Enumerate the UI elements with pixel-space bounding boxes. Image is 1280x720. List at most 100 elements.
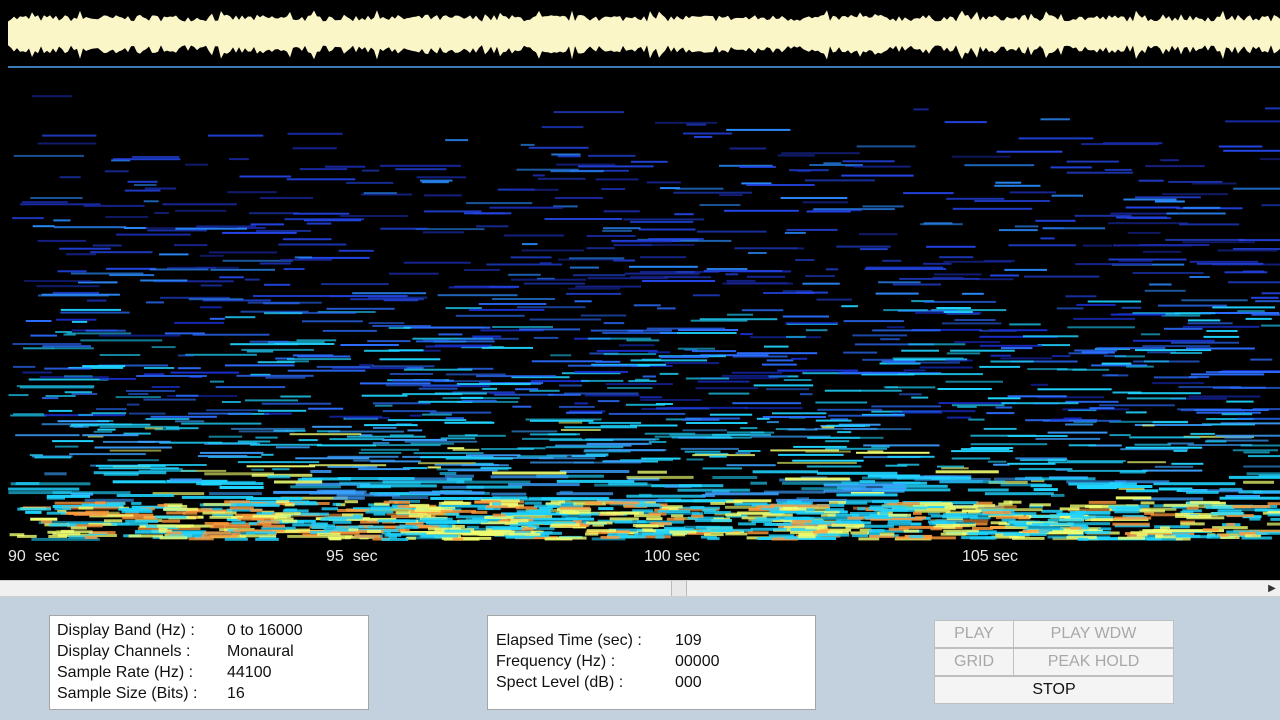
spectral-dash bbox=[1001, 402, 1079, 405]
stop-button[interactable]: STOP bbox=[934, 676, 1174, 704]
spectral-dash bbox=[712, 476, 758, 479]
spectral-dash bbox=[317, 532, 341, 536]
spectral-dash bbox=[515, 388, 539, 391]
spectral-dash bbox=[731, 371, 782, 374]
spectral-dash bbox=[287, 369, 366, 372]
horizontal-scrollbar[interactable]: ▶ bbox=[0, 580, 1280, 597]
spectral-dash bbox=[764, 345, 789, 348]
spectral-dash bbox=[1154, 525, 1190, 529]
timeline-tick-label: 105 sec bbox=[962, 548, 1019, 565]
spectral-dash bbox=[635, 524, 659, 528]
spectral-dash bbox=[32, 95, 73, 98]
spectral-dash bbox=[481, 448, 534, 450]
spectral-dash bbox=[1173, 449, 1188, 452]
spectral-dash bbox=[210, 380, 224, 383]
spectral-dash bbox=[1238, 239, 1280, 242]
spectral-dash bbox=[438, 501, 470, 505]
spectral-dash bbox=[569, 266, 599, 269]
spectral-dash bbox=[1152, 382, 1205, 385]
spectral-dash bbox=[92, 244, 122, 247]
spectral-dash bbox=[829, 500, 846, 504]
spectral-dash bbox=[280, 395, 311, 398]
spectral-dash bbox=[984, 492, 1054, 496]
spectral-dash bbox=[648, 238, 704, 240]
scroll-right-arrow-icon[interactable]: ▶ bbox=[1266, 582, 1278, 595]
spectral-dash bbox=[491, 502, 502, 506]
scroll-thumb[interactable] bbox=[671, 581, 687, 596]
spectral-dash bbox=[1252, 408, 1280, 411]
spectral-dash bbox=[806, 465, 862, 468]
spectral-dash bbox=[725, 273, 739, 276]
spectral-dash bbox=[907, 373, 983, 376]
spectral-dash bbox=[1205, 371, 1262, 374]
spectral-dash bbox=[1243, 480, 1274, 484]
spectral-dash bbox=[1096, 347, 1166, 350]
spectral-dash bbox=[516, 510, 551, 514]
spectral-dash bbox=[686, 422, 748, 424]
spectral-dash bbox=[1138, 179, 1164, 182]
spectral-dash bbox=[954, 341, 1001, 344]
spectral-dash bbox=[136, 375, 207, 377]
spectral-dash bbox=[1051, 194, 1083, 197]
spectral-dash bbox=[1059, 507, 1080, 511]
spectral-dash bbox=[222, 231, 297, 234]
spectral-dash bbox=[982, 511, 1012, 514]
spectral-dash bbox=[45, 395, 76, 397]
spectral-dash bbox=[762, 513, 793, 517]
spectral-dash bbox=[1007, 435, 1068, 437]
spect-level-value: 000 bbox=[675, 674, 702, 691]
spectral-dash bbox=[151, 386, 180, 388]
spectral-dash bbox=[630, 220, 694, 223]
spectral-dash bbox=[1182, 241, 1255, 244]
spectral-dash bbox=[1076, 303, 1116, 306]
spectral-dash bbox=[127, 180, 158, 183]
spectral-dash bbox=[1047, 458, 1068, 461]
grid-button[interactable]: GRID bbox=[934, 648, 1014, 676]
spectral-dash bbox=[722, 282, 793, 285]
play-button[interactable]: PLAY bbox=[934, 620, 1014, 648]
spectral-dash bbox=[1232, 505, 1271, 509]
spectral-dash bbox=[82, 434, 139, 437]
spectral-dash bbox=[952, 207, 1033, 210]
spectral-dash bbox=[293, 212, 350, 215]
spectral-dash bbox=[1029, 503, 1051, 507]
spectral-dash bbox=[677, 488, 750, 492]
spectral-dash bbox=[892, 283, 941, 286]
spectral-dash bbox=[95, 464, 166, 467]
spectral-dash bbox=[804, 179, 875, 182]
spectral-dash bbox=[1114, 355, 1145, 358]
spectral-dash bbox=[177, 367, 201, 370]
spectral-dash bbox=[339, 481, 421, 485]
spectral-dash bbox=[656, 403, 673, 405]
spectral-dash bbox=[1128, 231, 1161, 234]
spectral-dash bbox=[510, 519, 529, 523]
spectral-dash bbox=[595, 178, 639, 181]
spectral-dash bbox=[596, 349, 658, 352]
spectral-dash bbox=[817, 471, 898, 475]
spectral-dash bbox=[96, 408, 127, 411]
peak-hold-button[interactable]: PEAK HOLD bbox=[1013, 648, 1174, 676]
spectral-dash bbox=[275, 446, 310, 449]
spectral-dash bbox=[888, 513, 911, 517]
spectral-dash bbox=[566, 411, 603, 414]
play-window-button[interactable]: PLAY WDW bbox=[1013, 620, 1174, 648]
spectral-dash bbox=[517, 306, 586, 309]
spectral-dash bbox=[1127, 392, 1201, 395]
spectrogram-display[interactable]: 90 sec 95 sec 100 sec 105 sec bbox=[0, 0, 1280, 580]
spectral-dash bbox=[486, 263, 563, 266]
spectral-dash bbox=[47, 530, 57, 534]
spectral-dash bbox=[697, 380, 750, 383]
spectral-dash bbox=[630, 160, 668, 163]
spectral-dash bbox=[574, 370, 629, 373]
spectral-dash bbox=[90, 531, 116, 535]
spectral-dash bbox=[641, 408, 681, 410]
spectral-dash bbox=[642, 280, 716, 282]
spectral-dash bbox=[1101, 362, 1132, 365]
spectral-dash bbox=[53, 219, 71, 222]
spectral-dash bbox=[925, 536, 956, 540]
spectral-dash bbox=[935, 470, 999, 474]
spectral-dash bbox=[379, 164, 461, 167]
spectral-dash bbox=[727, 313, 753, 316]
spectral-dash bbox=[425, 345, 489, 348]
spectral-dash bbox=[201, 482, 222, 486]
